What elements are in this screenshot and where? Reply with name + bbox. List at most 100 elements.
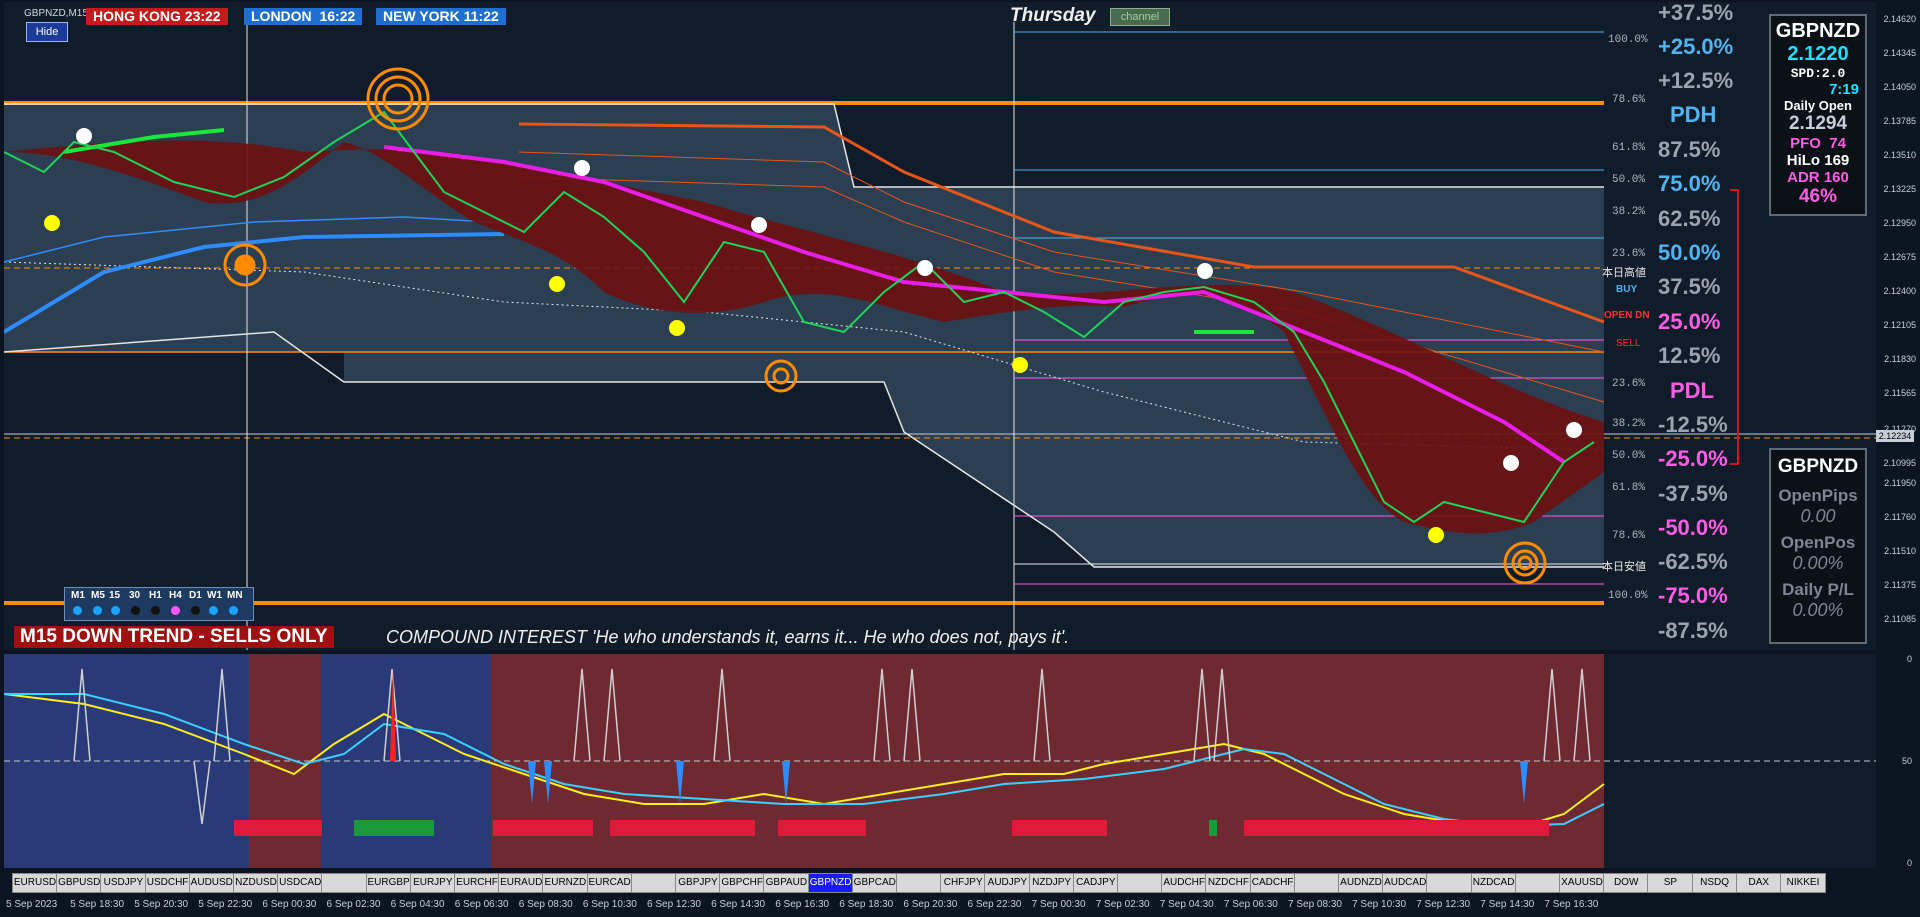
price-tick: 2.13785 [1883,116,1916,126]
time-tick: 6 Sep 06:30 [454,899,509,910]
timeframe-dot [191,606,200,615]
oscillator-panel[interactable] [4,654,1876,868]
quote-text: COMPOUND INTEREST 'He who understands it… [386,627,1070,647]
sell-label: SELL [1616,338,1641,349]
time-tick: 6 Sep 10:30 [582,899,637,910]
symbol-button-usdjpy[interactable]: USDJPY [100,873,147,893]
symbol-button-eurnzd[interactable]: EURNZD [542,873,589,893]
symbol-button-eurcad[interactable]: EURCAD [586,873,633,893]
symbol-button-chfjpy[interactable]: CHFJPY [940,873,987,893]
symbol-button-audusd[interactable]: AUDUSD [188,873,235,893]
symbol-button-gbpchf[interactable]: GBPCHF [719,873,766,893]
price-tick: 2.11950 [1884,478,1916,488]
time-tick: 7 Sep 10:30 [1352,899,1407,910]
symbol-button-empty[interactable] [1426,873,1473,893]
price-tick: 2.14345 [1883,48,1916,58]
day-low-label: 本日安値 [1602,561,1646,573]
time-tick: 6 Sep 22:30 [967,899,1022,910]
symbol-button-gbpusd[interactable]: GBPUSD [56,873,103,893]
symbol-button-eurusd[interactable]: EURUSD [12,873,58,893]
symbol-button-gbpnzd[interactable]: GBPNZD [807,873,854,893]
time-tick: 7 Sep 02:30 [1095,899,1150,910]
symbol-button-empty[interactable] [1514,873,1561,893]
timeframe-label: W1 [207,590,222,601]
session-hongkong: HONG KONG 23:22 [86,8,228,25]
time-tick: 6 Sep 14:30 [711,899,766,910]
symbol-button-cadjpy[interactable]: CADJPY [1072,873,1119,893]
timeframe-dot [151,606,160,615]
symbol-button-empty[interactable] [896,873,942,893]
symbol-button-empty[interactable] [1293,873,1340,893]
symbol-button-audchf[interactable]: AUDCHF [1161,873,1208,893]
timeframe-label: M5 [91,590,105,601]
percent-level-label: 50.0% [1658,240,1721,265]
symbol-button-usdchf[interactable]: USDCHF [144,873,191,893]
fib-label: 78.6% [1612,530,1646,542]
price-tick: 2.11565 [1884,388,1916,398]
percent-level-label: -87.5% [1658,618,1728,643]
symbol-button-nzdchf[interactable]: NZDCHF [1205,873,1252,893]
symbol-button-nzdjpy[interactable]: NZDJPY [1028,873,1075,893]
percent-level-label: -12.5% [1658,412,1728,437]
symbol-button-empty[interactable] [1117,873,1163,893]
price-tick: 2.11510 [1884,546,1916,556]
price-tick: 2.14050 [1883,82,1916,92]
fib-label: 38.2% [1612,206,1646,218]
symbol-button-audcad[interactable]: AUDCAD [1382,873,1429,893]
percent-level-label: +37.5% [1658,2,1734,25]
symbol-button-gbpcad[interactable]: GBPCAD [851,873,898,893]
swing-low-marker [44,215,60,231]
channel-button[interactable]: channel [1110,8,1170,26]
symbol-button-audjpy[interactable]: AUDJPY [984,873,1031,893]
session-london: LONDON 16:22 [244,8,363,25]
symbol-button-nsdq[interactable]: NSDQ [1691,873,1738,893]
symbol-button-cadchf[interactable]: CADCHF [1249,873,1296,893]
swing-high-marker [751,217,767,233]
symbol-button-nikkei[interactable]: NIKKEI [1780,873,1826,893]
symbol-button-empty[interactable] [321,873,368,893]
symbol-button-eurjpy[interactable]: EURJPY [409,873,456,893]
pnl-panel: GBPNZD OpenPips 0.00 OpenPos 0.00% Daily… [1769,448,1867,644]
symbol-button-dow[interactable]: DOW [1603,873,1650,893]
day-label: Thursday [1010,5,1096,26]
price-tick: 2.12105 [1883,320,1916,330]
symbol-button-gbpjpy[interactable]: GBPJPY [675,873,721,893]
swing-high-marker [1503,455,1519,471]
symbol-button-eurchf[interactable]: EURCHF [454,873,500,893]
hide-button[interactable]: Hide [26,22,68,42]
time-tick: 5 Sep 2023 [6,899,58,910]
percent-level-label: 37.5% [1658,274,1721,299]
timeframe-indicator: M1 M5 15 30 H1 H4 D1 W1 MN [64,587,254,621]
timeframe-label: 30 [129,590,141,601]
swing-high-marker [574,160,590,176]
percent-level-label: 62.5% [1658,206,1721,231]
price-tick: 2.11760 [1884,512,1916,522]
timeframe-label: D1 [189,590,202,601]
price-chart-canvas [4,22,1876,650]
sub-axis-mid: 50 [1901,756,1912,766]
symbol-button-xauusd[interactable]: XAUUSD [1559,873,1605,893]
symbol-button-gbpaud[interactable]: GBPAUD [763,873,810,893]
time-tick: 5 Sep 18:30 [70,899,125,910]
percent-level-label: +25.0% [1658,34,1734,59]
swing-low-marker [669,320,685,336]
fib-label: 50.0% [1612,450,1646,462]
percent-level-label: -25.0% [1658,446,1728,471]
symbol-button-eurgbp[interactable]: EURGBP [365,873,412,893]
symbol-button-nzdcad[interactable]: NZDCAD [1470,873,1517,893]
fib-label: 61.8% [1612,142,1646,154]
symbol-button-nzdusd[interactable]: NZDUSD [233,873,279,893]
fib-label: 23.6% [1612,378,1646,390]
price-tick: 2.10995 [1883,458,1916,468]
percent-level-label: -50.0% [1658,515,1728,540]
fib-label: 100.0% [1608,34,1648,46]
symbol-button-sp[interactable]: SP [1647,873,1694,893]
time-tick: 6 Sep 16:30 [775,899,830,910]
time-tick: 5 Sep 20:30 [134,899,189,910]
symbol-button-euraud[interactable]: EURAUD [498,873,545,893]
symbol-button-dax[interactable]: DAX [1735,873,1782,893]
symbol-button-empty[interactable] [630,873,677,893]
price-chart[interactable]: GBPNZD,M15 Hide HONG KONG 23:22 LONDON 1… [4,2,1876,650]
symbol-button-usdcad[interactable]: USDCAD [277,873,324,893]
symbol-button-audnzd[interactable]: AUDNZD [1338,873,1384,893]
